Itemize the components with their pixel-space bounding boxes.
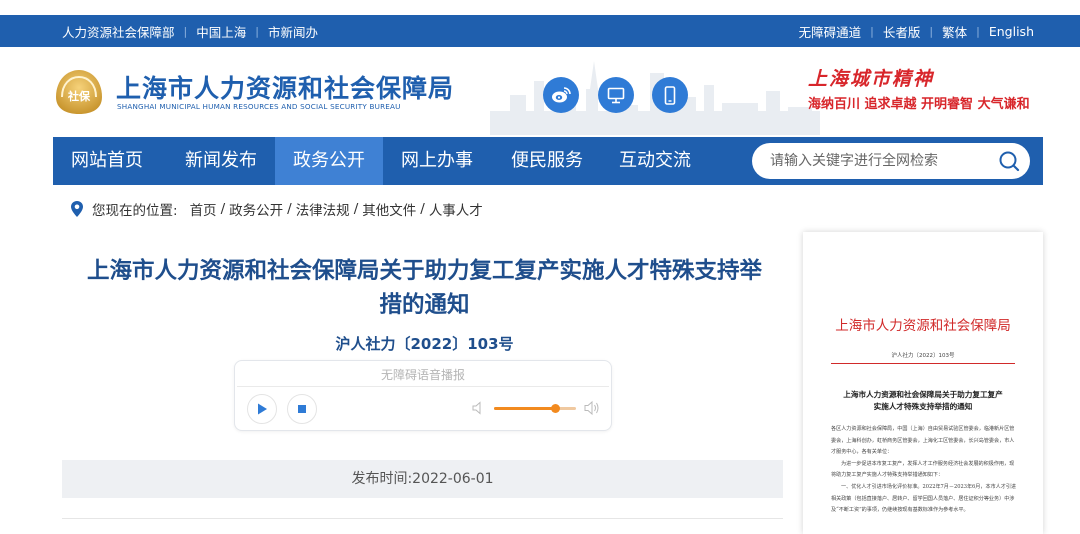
breadcrumb-separator: /: [287, 201, 292, 217]
audio-player: 无障碍语音播报: [234, 360, 612, 431]
mobile-button[interactable]: [652, 77, 688, 113]
breadcrumb-home[interactable]: 首页: [190, 199, 217, 219]
preview-doc-number: 沪人社力〔2022〕103号: [891, 353, 955, 359]
preview-title: 上海市人力资源和社会保障局关于助力复工复产 实施人才特殊支持举措的通知: [827, 389, 1019, 413]
document-preview[interactable]: 上海市人力资源和社会保障局 沪人社力〔2022〕103号 上海市人力资源和社会保…: [803, 232, 1043, 534]
breadcrumb: 您现在的位置: 首页 / 政务公开 / 法律法规 / 其他文件 / 人事人才: [70, 199, 483, 219]
volume-slider-fill: [494, 407, 556, 410]
search-input[interactable]: [770, 151, 970, 171]
separator: |: [183, 24, 188, 38]
search-icon[interactable]: [998, 150, 1020, 172]
weibo-icon: [552, 87, 571, 103]
stop-icon: [298, 405, 306, 413]
breadcrumb-separator: /: [220, 201, 226, 217]
link-press-office[interactable]: 市新闻办: [268, 22, 318, 41]
article-title-line-1: 上海市人力资源和社会保障局关于助力复工复产实施人才特殊支持举: [86, 258, 762, 284]
breadcrumb-gov-affairs[interactable]: 政务公开: [229, 199, 283, 219]
nav-item-gov-affairs[interactable]: 政务公开: [275, 137, 383, 185]
nav-item-public-services[interactable]: 便民服务: [497, 137, 597, 185]
link-traditional-chinese[interactable]: 繁体: [942, 22, 967, 41]
breadcrumb-separator: /: [353, 201, 359, 217]
article-title-line-2: 措的通知: [379, 292, 470, 318]
stop-button[interactable]: [287, 394, 317, 424]
breadcrumb-separator: /: [420, 201, 425, 217]
volume-slider-handle[interactable]: [551, 404, 560, 413]
bureau-emblem-icon[interactable]: 社保: [52, 67, 106, 117]
volume-high-icon[interactable]: [584, 400, 600, 416]
link-accessibility[interactable]: 无障碍通道: [799, 22, 862, 41]
breadcrumb-label: 您现在的位置:: [92, 203, 178, 219]
publish-date-label: 发布时间:: [351, 471, 413, 487]
preview-red-rule: [831, 363, 1015, 364]
city-spirit-title: 上海城市精神: [808, 68, 935, 90]
site-logo-title[interactable]: 上海市人力资源和社会保障局: [116, 69, 454, 105]
divider: [62, 518, 783, 519]
link-english[interactable]: English: [989, 24, 1034, 39]
emblem-text: 社保: [67, 89, 91, 103]
separator: |: [870, 24, 874, 38]
divider: [237, 386, 609, 387]
volume-low-icon[interactable]: [472, 401, 484, 415]
breadcrumb-talent[interactable]: 人事人才: [429, 199, 483, 219]
mobile-icon: [664, 85, 676, 105]
link-china-shanghai[interactable]: 中国上海: [196, 22, 246, 41]
link-mohrss[interactable]: 人力资源社会保障部: [62, 22, 175, 41]
preview-title-line-1: 上海市人力资源和社会保障局关于助力复工复产: [843, 390, 1003, 399]
preview-paragraph: 一、优化人才引进市场化评价标准。2022年7月－2023年6月，本市人才引进相关…: [831, 483, 1017, 514]
city-spirit-slogan: 海纳百川 追求卓越 开明睿智 大气谦和: [808, 97, 1030, 112]
preview-paragraph: 各区人力资源和社会保障局，中国（上海）自由贸易试验区管委会，临港新片区管委会，上…: [831, 426, 1015, 456]
site-header: 社保 上海市人力资源和社会保障局 SHANGHAI MUNICIPAL HUMA…: [0, 47, 1080, 137]
nav-item-online-services[interactable]: 网上办事: [387, 137, 487, 185]
publish-date-bar: 发布时间:2022-06-01: [62, 460, 783, 498]
nav-item-interaction[interactable]: 互动交流: [605, 137, 705, 185]
location-pin-icon: [71, 201, 83, 217]
separator: |: [976, 24, 980, 38]
play-button[interactable]: [247, 394, 277, 424]
desktop-icon: [607, 87, 625, 103]
audio-player-label: 无障碍语音播报: [380, 368, 465, 382]
topbar-right-links: 无障碍通道 | 长者版 | 繁体 | English: [799, 15, 1034, 47]
top-utility-bar: 人力资源社会保障部 | 中国上海 | 市新闻办 无障碍通道 | 长者版 | 繁体…: [0, 15, 1080, 47]
preview-body: 各区人力资源和社会保障局，中国（上海）自由贸易试验区管委会，临港新片区管委会，上…: [831, 424, 1017, 517]
search-box: [752, 143, 1030, 179]
preview-title-line-2: 实施人才特殊支持举措的通知: [873, 402, 973, 411]
separator: |: [929, 24, 934, 38]
link-elder-mode[interactable]: 长者版: [883, 22, 921, 41]
play-icon: [258, 403, 267, 415]
preview-org-header: 上海市人力资源和社会保障局: [835, 318, 1011, 334]
topbar-left-links: 人力资源社会保障部 | 中国上海 | 市新闻办: [62, 15, 318, 47]
document-number: 沪人社力〔2022〕103号: [335, 335, 514, 353]
preview-paragraph: 为进一步促进本市复工复产，发挥人才工作服务经济社会发展的积极作用，现将助力复工复…: [831, 460, 1015, 479]
breadcrumb-other-docs[interactable]: 其他文件: [362, 199, 416, 219]
nav-item-news[interactable]: 新闻发布: [173, 137, 269, 185]
site-logo-subtitle: SHANGHAI MUNICIPAL HUMAN RESOURCES AND S…: [117, 102, 401, 111]
main-nav: 网站首页 新闻发布 政务公开 网上办事 便民服务 互动交流: [53, 137, 1043, 185]
nav-item-home[interactable]: 网站首页: [53, 137, 161, 185]
separator: |: [255, 24, 259, 38]
publish-date-value: 2022-06-01: [412, 471, 494, 487]
volume-slider[interactable]: [494, 407, 576, 410]
article-title: 上海市人力资源和社会保障局关于助力复工复产实施人才特殊支持举 措的通知: [62, 254, 787, 322]
desktop-button[interactable]: [598, 77, 634, 113]
weibo-button[interactable]: [543, 77, 579, 113]
breadcrumb-laws[interactable]: 法律法规: [296, 199, 350, 219]
